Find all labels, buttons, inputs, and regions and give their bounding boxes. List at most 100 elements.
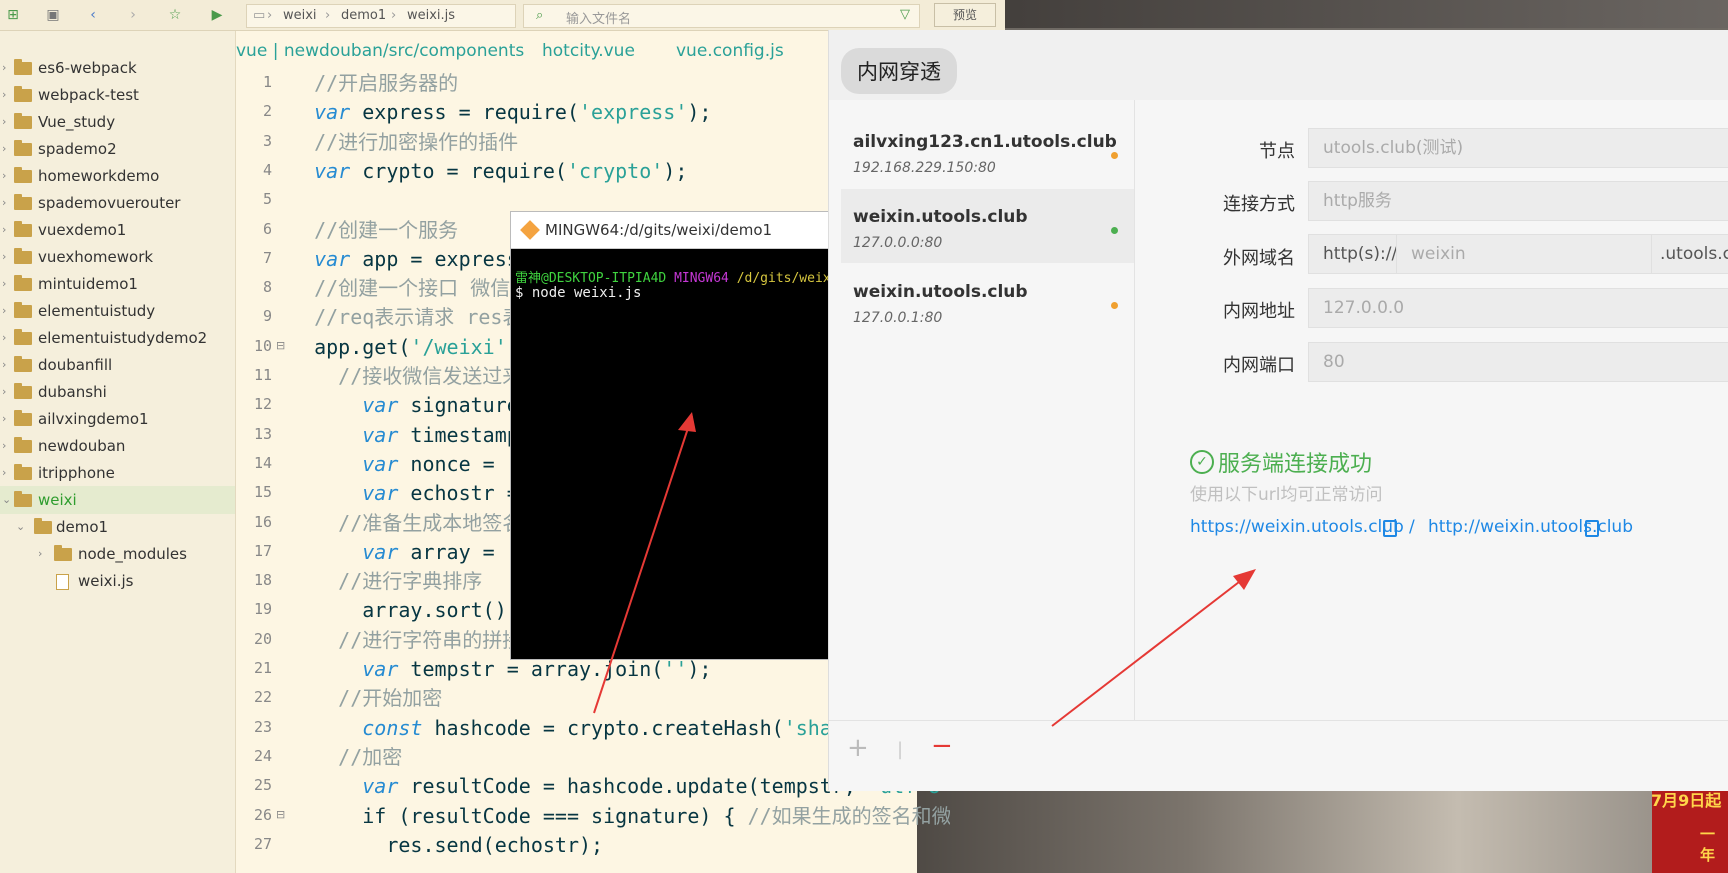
tunnel-item-selected[interactable]: weixin.utools.club 127.0.0.0:80 — [841, 189, 1134, 263]
file-search-input[interactable]: ⌕ 输入文件名 ▽ — [523, 4, 920, 28]
tree-folder[interactable]: › vuexhomework — [0, 243, 235, 271]
poster-year-text: 一年 — [1700, 825, 1716, 864]
breadcrumb-item[interactable]: weixi.js — [407, 8, 455, 23]
tree-folder[interactable]: › homeworkdemo — [0, 162, 235, 190]
tree-label: elementuistudydemo2 — [38, 329, 208, 347]
terminal-window[interactable]: MINGW64:/d/gits/weixi/demo1 雷神@DESKTOP-I… — [510, 211, 885, 660]
tab-vue-config[interactable]: vue.config.js — [676, 41, 784, 61]
tree-folder[interactable]: ⌄ demo1 — [0, 513, 235, 541]
tree-label: demo1 — [56, 518, 109, 536]
tree-label: doubanfill — [38, 356, 113, 374]
code-token: ); — [687, 657, 712, 681]
back-icon[interactable]: ‹ — [84, 6, 102, 24]
code-token: //进行字典排序 — [290, 569, 483, 594]
tree-folder[interactable]: › vuexdemo1 — [0, 216, 235, 244]
terminal-titlebar[interactable]: MINGW64:/d/gits/weixi/demo1 — [511, 212, 829, 249]
code-line: var express = require('express'); — [290, 98, 711, 126]
tunnel-item[interactable]: weixin.utools.club 127.0.0.1:80 — [841, 264, 1134, 338]
tunnel-item[interactable]: ailvxing123.cn1.utools.club 192.168.229.… — [841, 114, 1134, 188]
tree-label: itripphone — [38, 464, 115, 482]
tree-folder[interactable]: › spademo2 — [0, 135, 235, 163]
fold-toggle-icon[interactable]: ⊟ — [276, 339, 285, 352]
code-line: //进行字符串的拼接 — [290, 626, 522, 654]
utools-title[interactable]: 内网穿透 — [841, 48, 957, 94]
breadcrumb-item[interactable]: demo1 — [341, 8, 386, 23]
terminal-user: 雷神@DESKTOP-ITPIA4D — [515, 271, 667, 286]
breadcrumb-item[interactable]: weixi — [283, 8, 317, 23]
tree-folder[interactable]: › newdouban — [0, 432, 235, 460]
remove-tunnel-button[interactable]: − — [931, 731, 953, 761]
port-input[interactable]: 80 — [1308, 342, 1728, 382]
ip-input[interactable]: 127.0.0.0 — [1308, 288, 1728, 328]
http-url-link[interactable]: http://weixin.utools.club — [1428, 517, 1633, 537]
folder-icon — [14, 167, 32, 183]
desktop-scenery — [917, 790, 1728, 873]
collapse-arrow-icon: › — [2, 331, 7, 344]
tree-folder[interactable]: › mintuidemo1 — [0, 270, 235, 298]
code-token: var — [290, 774, 399, 799]
node-select[interactable]: utools.club(测试) — [1308, 128, 1728, 168]
line-number: 9 — [262, 307, 272, 326]
tab-hotcity[interactable]: hotcity.vue — [542, 41, 635, 61]
tree-folder[interactable]: › spademovuerouter — [0, 189, 235, 217]
expand-arrow-icon: ⌄ — [16, 520, 26, 533]
forward-icon[interactable]: › — [124, 6, 142, 24]
code-token: tempstr = array.join( — [398, 657, 664, 681]
tree-label: homeworkdemo — [38, 167, 160, 185]
collapse-arrow-icon: › — [2, 88, 7, 101]
tree-folder[interactable]: › Vue_study — [0, 108, 235, 136]
tree-folder-selected[interactable]: ⌄ weixi — [0, 486, 235, 514]
code-token: ); — [663, 158, 688, 183]
file-search-icon: ⌕ — [536, 8, 544, 23]
connection-hint: 使用以下url均可正常访问 — [1190, 485, 1383, 505]
new-file-icon[interactable]: ⊞ — [4, 6, 22, 24]
save-icon[interactable]: ▣ — [44, 6, 62, 24]
code-token: 'crypto' — [566, 158, 664, 183]
terminal-command[interactable]: $ node weixi.js — [515, 285, 641, 301]
run-icon[interactable]: ▶ — [208, 6, 226, 24]
line-number: 19 — [253, 600, 272, 619]
copy-icon[interactable] — [1383, 520, 1397, 537]
tree-folder[interactable]: › dubanshi — [0, 378, 235, 406]
code-line: const hashcode = crypto.createHash('sha1… — [290, 714, 880, 742]
code-line: //创建一个服务 — [290, 216, 458, 244]
preview-button[interactable]: 预览 — [934, 3, 996, 27]
code-token: //进行加密操作的插件 — [290, 129, 519, 154]
line-number: 13 — [253, 424, 272, 443]
tree-label: webpack-test — [38, 86, 139, 104]
star-icon[interactable]: ☆ — [166, 6, 184, 24]
tree-folder[interactable]: › elementuistudy — [0, 297, 235, 325]
breadcrumb[interactable]: ▭ › weixi › demo1 › weixi.js — [246, 4, 516, 28]
code-token: array.sort(); — [290, 598, 519, 623]
domain-input[interactable]: weixin — [1396, 234, 1652, 274]
add-tunnel-button[interactable]: + — [847, 733, 869, 763]
line-number: 22 — [253, 688, 272, 707]
code-token: //加密 — [290, 744, 403, 769]
status-dot-icon — [1111, 227, 1118, 234]
port-value: 80 — [1323, 352, 1345, 372]
fold-toggle-icon[interactable]: ⊟ — [276, 808, 285, 821]
collapse-arrow-icon: › — [2, 439, 7, 452]
line-number: 3 — [262, 131, 272, 150]
copy-icon[interactable] — [1585, 520, 1599, 537]
tree-folder[interactable]: › ailvxingdemo1 — [0, 405, 235, 433]
line-number: 7 — [262, 248, 272, 267]
conn-select[interactable]: http服务 — [1308, 181, 1728, 221]
code-token: if (resultCode === signature) { — [290, 803, 748, 828]
tree-folder[interactable]: › node_modules — [0, 540, 235, 568]
tree-folder[interactable]: › doubanfill — [0, 351, 235, 379]
tree-file[interactable]: weixi.js — [0, 567, 235, 595]
tree-folder[interactable]: › elementuistudydemo2 — [0, 324, 235, 352]
tree-folder[interactable]: › webpack-test — [0, 81, 235, 109]
tab-components[interactable]: vue | newdouban/src/components — [236, 41, 524, 61]
code-line: //加密 — [290, 743, 402, 771]
code-token: resultCode = hashcode.update(tempstr, — [398, 774, 868, 799]
tree-folder[interactable]: › itripphone — [0, 459, 235, 487]
tree-label: weixi — [38, 491, 77, 509]
folder-icon — [14, 140, 32, 156]
https-url-link[interactable]: https://weixin.utools.club — [1190, 517, 1404, 537]
folder-icon — [14, 302, 32, 318]
filter-icon[interactable]: ▽ — [900, 7, 910, 22]
code-line: //进行字典排序 — [290, 567, 482, 595]
tree-folder[interactable]: › es6-webpack — [0, 54, 235, 82]
